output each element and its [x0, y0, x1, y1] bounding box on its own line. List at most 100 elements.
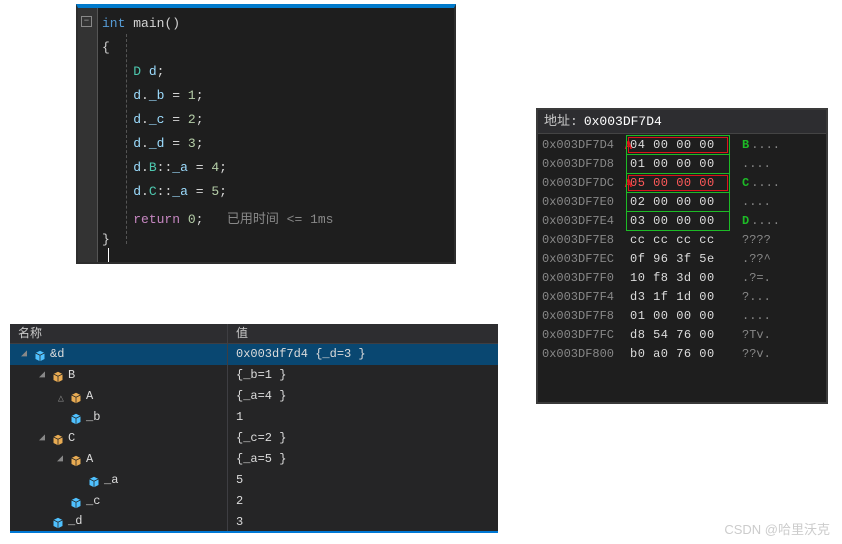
var-name: &d: [50, 344, 64, 365]
watch-row[interactable]: ◢ &d 0x003df7d4 {_d=3 }: [10, 344, 498, 365]
mem-addr: 0x003DF7E0: [542, 193, 630, 212]
mem-ascii: ??v.: [738, 345, 822, 364]
highlight-red: [628, 137, 728, 153]
watch-row[interactable]: ◢ A {_a=5 }: [10, 449, 498, 470]
field-icon: [34, 349, 46, 361]
watch-row[interactable]: _c 2: [10, 491, 498, 512]
var-value: 1: [228, 407, 498, 428]
watch-row[interactable]: _d 3: [10, 512, 498, 533]
mem-addr: 0x003DF7F0: [542, 269, 630, 288]
memory-row[interactable]: 0x003DF7FCd8 54 76 00?Tv.: [542, 326, 822, 345]
expand-icon[interactable]: [39, 510, 49, 531]
mem-bytes: cc cc cc cc: [630, 231, 738, 250]
expand-icon[interactable]: [75, 469, 85, 490]
watch-row[interactable]: ◢ C {_c=2 }: [10, 428, 498, 449]
field-icon: [70, 496, 82, 508]
code-editor[interactable]: − int main() { D d; d._b = 1; d._c = 2; d…: [76, 4, 456, 264]
code-line[interactable]: d.C::_a = 5;: [102, 184, 227, 199]
expand-icon[interactable]: ◢: [21, 344, 31, 365]
mem-bytes: 05 00 00 00: [630, 174, 738, 193]
addr-input[interactable]: 0x003DF7D4: [578, 110, 826, 133]
mem-addr: 0x003DF7D4A: [542, 136, 630, 155]
memory-row[interactable]: 0x003DF7F4d3 1f 1d 00?...: [542, 288, 822, 307]
memory-row[interactable]: 0x003DF7D801 00 00 00....: [542, 155, 822, 174]
mem-addr: 0x003DF7EC: [542, 250, 630, 269]
col-value[interactable]: 值: [228, 324, 498, 343]
mem-addr: 0x003DF7F4: [542, 288, 630, 307]
memory-row[interactable]: 0x003DF800b0 a0 76 00??v.: [542, 345, 822, 364]
memory-row[interactable]: 0x003DF7E403 00 00 00D....: [542, 212, 822, 231]
code-line[interactable]: {: [102, 40, 110, 55]
watch-header: 名称 值: [10, 324, 498, 344]
memory-row[interactable]: 0x003DF7E002 00 00 00....: [542, 193, 822, 212]
var-value: {_a=5 }: [228, 449, 498, 470]
watch-row[interactable]: ▷ A {_a=4 }: [10, 386, 498, 407]
mem-addr: 0x003DF800: [542, 345, 630, 364]
mem-ascii: .?=.: [738, 269, 822, 288]
var-name: A: [86, 449, 93, 470]
addr-label: 地址:: [538, 110, 578, 133]
highlight-green: [626, 173, 730, 193]
highlight-green: [626, 135, 730, 155]
mem-bytes: d8 54 76 00: [630, 326, 738, 345]
class-icon: [52, 433, 64, 445]
code-line[interactable]: d._d = 3;: [102, 136, 204, 151]
expand-icon[interactable]: ◢: [57, 449, 67, 470]
mem-bytes: 02 00 00 00: [630, 193, 738, 212]
var-name: _a: [104, 470, 118, 491]
var-value: 0x003df7d4 {_d=3 }: [228, 344, 498, 365]
memory-row[interactable]: 0x003DF7EC0f 96 3f 5e.??^: [542, 250, 822, 269]
code-line[interactable]: int main(): [102, 16, 180, 31]
mem-addr: 0x003DF7FC: [542, 326, 630, 345]
var-value: 2: [228, 491, 498, 512]
mem-ascii: D....: [738, 212, 822, 231]
expand-icon[interactable]: [57, 490, 67, 511]
mem-ascii: ?Tv.: [738, 326, 822, 345]
memory-row[interactable]: 0x003DF7F010 f8 3d 00.?=.: [542, 269, 822, 288]
mem-ascii: ....: [738, 307, 822, 326]
var-value: 3: [228, 512, 498, 531]
expand-icon[interactable]: ▷: [52, 392, 73, 402]
mem-addr: 0x003DF7D8: [542, 155, 630, 174]
code-line[interactable]: d._b = 1;: [102, 88, 204, 103]
field-icon: [52, 516, 64, 528]
watch-row[interactable]: _b 1: [10, 407, 498, 428]
mem-bytes: d3 1f 1d 00: [630, 288, 738, 307]
memory-row[interactable]: 0x003DF7E8cc cc cc cc????: [542, 231, 822, 250]
field-icon: [88, 475, 100, 487]
fold-icon[interactable]: −: [81, 16, 92, 27]
highlight-red: [628, 175, 728, 191]
var-name: _d: [68, 511, 82, 532]
highlight-green: [626, 192, 730, 212]
text-cursor: [108, 248, 109, 263]
class-icon: [70, 454, 82, 466]
mem-bytes: 03 00 00 00: [630, 212, 738, 231]
var-name: _b: [86, 407, 100, 428]
col-name[interactable]: 名称: [10, 324, 228, 343]
field-icon: [70, 412, 82, 424]
memory-row[interactable]: 0x003DF7F801 00 00 00....: [542, 307, 822, 326]
expand-icon[interactable]: ◢: [39, 365, 49, 386]
mem-bytes: 01 00 00 00: [630, 155, 738, 174]
expand-icon[interactable]: ◢: [39, 428, 49, 449]
expand-icon[interactable]: [57, 406, 67, 427]
var-value: 5: [228, 470, 498, 491]
watch-row[interactable]: _a 5: [10, 470, 498, 491]
memory-row[interactable]: 0x003DF7D4A04 00 00 00B....: [542, 136, 822, 155]
code-line[interactable]: }: [102, 232, 110, 247]
tag-class: C: [742, 176, 749, 190]
mem-addr: 0x003DF7E8: [542, 231, 630, 250]
code-line[interactable]: return 0; 已用时间 <= 1ms: [102, 208, 333, 227]
var-name: B: [68, 365, 75, 386]
var-value: {_c=2 }: [228, 428, 498, 449]
watch-window[interactable]: 名称 值 ◢ &d 0x003df7d4 {_d=3 } ◢ B {_b=1 }…: [10, 324, 498, 532]
var-name: _c: [86, 491, 100, 512]
memory-row[interactable]: 0x003DF7DCA05 00 00 00C....: [542, 174, 822, 193]
mem-ascii: C....: [738, 174, 822, 193]
watch-row[interactable]: ◢ B {_b=1 }: [10, 365, 498, 386]
var-value: {_b=1 }: [228, 365, 498, 386]
memory-window[interactable]: 地址: 0x003DF7D4 0x003DF7D4A04 00 00 00B..…: [536, 108, 828, 404]
code-line[interactable]: D d;: [102, 64, 164, 79]
code-line[interactable]: d.B::_a = 4;: [102, 160, 227, 175]
code-line[interactable]: d._c = 2;: [102, 112, 204, 127]
